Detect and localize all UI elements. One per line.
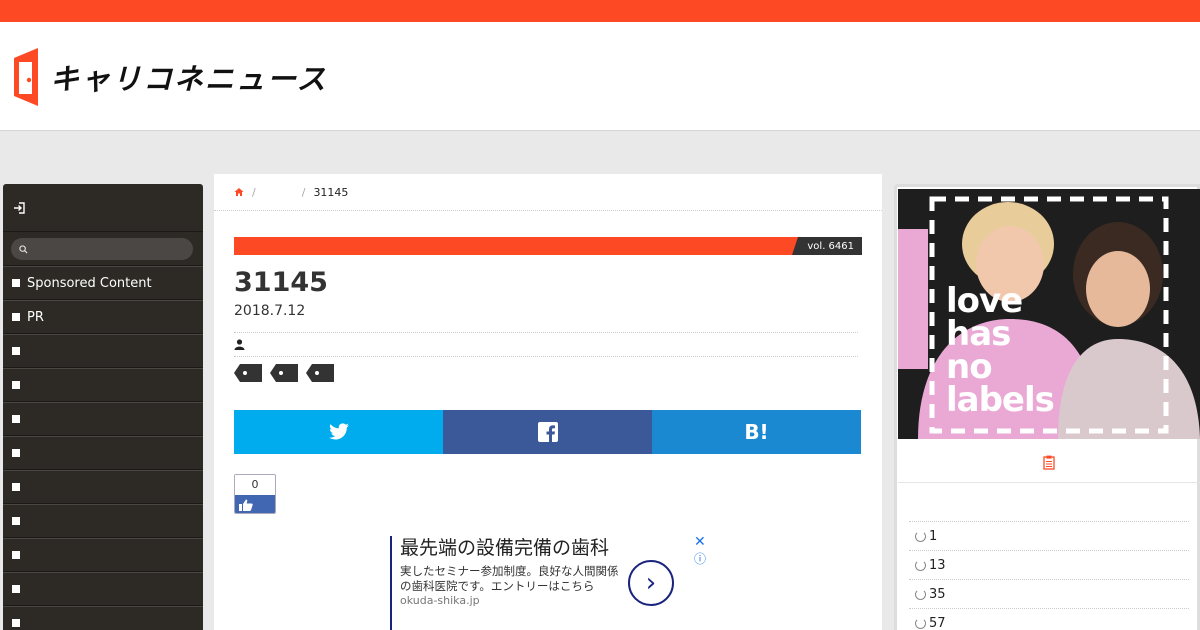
sidebar-item-label: PR bbox=[27, 309, 44, 325]
like-count: 0 bbox=[235, 475, 275, 495]
breadcrumb-separator: / bbox=[301, 185, 306, 199]
ad-url[interactable]: okuda-shika.jp bbox=[400, 594, 720, 607]
breadcrumb: / / 31145 bbox=[214, 174, 882, 211]
sidebar-item[interactable] bbox=[3, 538, 203, 572]
loading-spinner-icon bbox=[915, 530, 926, 542]
facebook-like-widget[interactable]: 0 bbox=[234, 474, 276, 514]
user-icon[interactable] bbox=[234, 339, 245, 350]
sidebar-item[interactable] bbox=[3, 368, 203, 402]
bullet-icon bbox=[12, 585, 20, 593]
loading-spinner-icon bbox=[915, 617, 926, 629]
sidebar-search bbox=[3, 232, 203, 266]
tag-list bbox=[234, 364, 334, 382]
banner-text-line: labels bbox=[946, 380, 1055, 420]
ad-close-icon[interactable]: ✕ bbox=[694, 534, 706, 550]
banner-ad-text: love has no labels bbox=[946, 284, 1055, 420]
inline-ad[interactable]: 最先端の設備完備の歯科 実したセミナー参加制度。良好な人間関係の歯科医院です。エ… bbox=[390, 534, 720, 630]
bullet-icon bbox=[12, 551, 20, 559]
loading-spinner-icon bbox=[915, 588, 926, 600]
facebook-icon bbox=[537, 422, 558, 442]
ranking-item[interactable]: 57 bbox=[909, 609, 1189, 630]
bullet-icon bbox=[12, 483, 20, 491]
sidebar-item[interactable] bbox=[3, 572, 203, 606]
sidebar-item[interactable] bbox=[3, 334, 203, 368]
right-sidebar: love has no labels 1 13 35 57 bbox=[894, 184, 1200, 630]
sidebar-item[interactable] bbox=[3, 606, 203, 630]
clipboard-icon bbox=[1043, 455, 1055, 470]
top-accent-bar bbox=[0, 0, 1200, 22]
sidebar-item[interactable] bbox=[3, 436, 203, 470]
sign-in-icon bbox=[14, 201, 25, 214]
share-buttons: B! bbox=[234, 410, 861, 454]
ranking-item[interactable]: 13 bbox=[909, 551, 1189, 580]
site-logo[interactable]: キャリコネニュース bbox=[12, 48, 328, 106]
door-logo-icon bbox=[14, 48, 38, 106]
tag-icon[interactable] bbox=[306, 364, 334, 382]
banner-ad-image[interactable]: love has no labels bbox=[898, 189, 1200, 439]
bullet-icon bbox=[12, 347, 20, 355]
sidebar-item-pr[interactable]: PR bbox=[3, 300, 203, 334]
bullet-icon bbox=[12, 619, 20, 627]
thumbs-up-icon bbox=[239, 499, 253, 511]
bullet-icon bbox=[12, 279, 20, 287]
hatena-icon: B! bbox=[744, 420, 769, 444]
tag-icon[interactable] bbox=[234, 364, 262, 382]
like-button[interactable] bbox=[235, 495, 275, 513]
ranking-list: 1 13 35 57 bbox=[909, 521, 1189, 630]
bullet-icon bbox=[12, 381, 20, 389]
ad-title[interactable]: 最先端の設備完備の歯科 bbox=[400, 536, 620, 560]
bullet-icon bbox=[12, 415, 20, 423]
search-input[interactable] bbox=[11, 238, 193, 260]
ranking-item-label: 57 bbox=[929, 615, 946, 630]
twitter-share-button[interactable] bbox=[234, 410, 443, 454]
hatena-share-button[interactable]: B! bbox=[652, 410, 861, 454]
article-date: 2018.7.12 bbox=[234, 303, 306, 319]
ad-info-icon[interactable]: ⓘ bbox=[694, 550, 706, 567]
home-icon[interactable] bbox=[234, 187, 244, 197]
site-header: キャリコネニュース bbox=[0, 22, 1200, 131]
ad-open-arrow-icon[interactable]: › bbox=[628, 560, 674, 606]
tag-icon[interactable] bbox=[270, 364, 298, 382]
ranking-item-label: 1 bbox=[929, 528, 938, 544]
left-sidebar: Sponsored Content PR bbox=[3, 184, 203, 630]
login-button[interactable] bbox=[3, 184, 203, 232]
bullet-icon bbox=[12, 517, 20, 525]
facebook-share-button[interactable] bbox=[443, 410, 652, 454]
logo-text: キャリコネニュース bbox=[50, 62, 328, 96]
article-title: 31145 bbox=[234, 267, 328, 298]
twitter-icon bbox=[328, 423, 349, 440]
volume-badge: vol. 6461 bbox=[792, 237, 862, 255]
breadcrumb-separator: / bbox=[252, 185, 256, 199]
article-main: / / 31145 vol. 6461 31145 2018.7.12 B! 0… bbox=[214, 174, 882, 630]
article-header-bar: vol. 6461 bbox=[234, 237, 862, 255]
ranking-item[interactable]: 35 bbox=[909, 580, 1189, 609]
bullet-icon bbox=[12, 313, 20, 321]
sidebar-item-label: Sponsored Content bbox=[27, 275, 152, 291]
sidebar-item-sponsored[interactable]: Sponsored Content bbox=[3, 266, 203, 300]
ranking-header[interactable] bbox=[898, 443, 1200, 483]
loading-spinner-icon bbox=[915, 559, 926, 571]
ranking-item[interactable]: 1 bbox=[909, 522, 1189, 551]
sidebar-item[interactable] bbox=[3, 504, 203, 538]
sidebar-item[interactable] bbox=[3, 402, 203, 436]
sidebar-item[interactable] bbox=[3, 470, 203, 504]
bullet-icon bbox=[12, 449, 20, 457]
ranking-item-label: 13 bbox=[929, 557, 946, 573]
breadcrumb-current: 31145 bbox=[313, 185, 349, 199]
author-row bbox=[234, 332, 858, 357]
ranking-item-label: 35 bbox=[929, 586, 946, 602]
ad-description: 実したセミナー参加制度。良好な人間関係の歯科医院です。エントリーはこちら bbox=[400, 564, 619, 593]
search-icon bbox=[19, 244, 28, 254]
